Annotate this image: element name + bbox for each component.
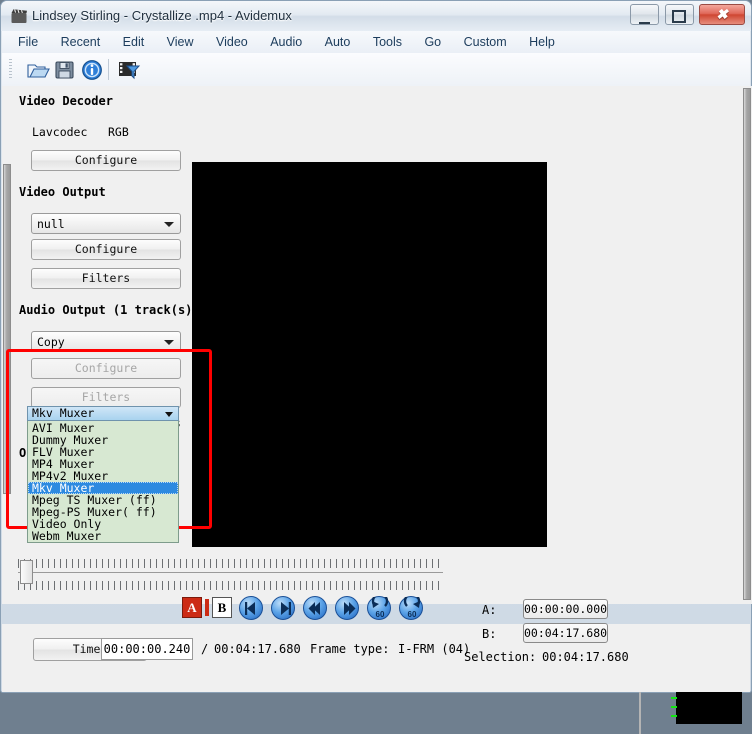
menu-view[interactable]: View	[158, 31, 203, 53]
status-bar: Time: 00:00:00.240 / 00:04:17.680 Frame …	[2, 624, 750, 692]
frame-type-value: I-FRM (04)	[398, 642, 470, 656]
menu-edit[interactable]: Edit	[114, 31, 154, 53]
toolbar-grip[interactable]	[9, 59, 12, 80]
video-decoder-heading: Video Decoder	[19, 94, 113, 108]
output-format-option-list: AVI Muxer Dummy Muxer FLV Muxer MP4 Muxe…	[27, 421, 179, 543]
timeline-ticks-bottom	[18, 581, 443, 590]
time-separator: /	[201, 642, 208, 656]
total-duration-label: 00:04:17.680	[214, 642, 301, 656]
video-output-heading: Video Output	[19, 185, 106, 199]
audio-output-heading: Audio Output (1 track(s))	[19, 303, 200, 317]
menu-recent[interactable]: Recent	[52, 31, 110, 53]
menu-go[interactable]: Go	[415, 31, 450, 53]
timeline-track-line	[18, 572, 443, 573]
menu-bar: File Recent Edit View Video Audio Auto T…	[2, 31, 750, 54]
option-webm-muxer[interactable]: Webm Muxer	[28, 530, 178, 542]
go-to-next-keyframe-button[interactable]	[271, 596, 295, 620]
marker-b-button[interactable]: B	[212, 597, 232, 618]
marker-b-value[interactable]: 00:04:17.680	[523, 623, 608, 643]
avidemux-window: Lindsey Stirling - Crystallize .mp4 - Av…	[0, 0, 752, 693]
decoder-colorspace-label: RGB	[108, 125, 129, 139]
open-file-icon[interactable]	[26, 58, 50, 82]
marker-a-button[interactable]: A	[182, 597, 202, 618]
current-time-input[interactable]: 00:00:00.240	[101, 638, 193, 660]
chevron-down-icon	[164, 340, 174, 345]
marker-a-label: A:	[482, 603, 496, 617]
video-output-select[interactable]: null	[31, 213, 181, 234]
left-panel-scroll-thumb[interactable]	[3, 164, 11, 494]
selection-label: Selection:	[464, 650, 536, 664]
marker-b-label: B:	[482, 627, 496, 641]
navigation-bar: A B 60	[1, 596, 749, 624]
menu-help[interactable]: Help	[520, 31, 564, 53]
audio-output-selected-value: Copy	[37, 335, 65, 349]
info-icon[interactable]	[80, 58, 104, 82]
go-to-end-button[interactable]	[335, 596, 359, 620]
video-output-configure-button[interactable]: Configure	[31, 239, 181, 260]
window-controls: ✖	[629, 4, 745, 26]
timeline-ticks-top	[18, 559, 443, 568]
film-clapper-icon	[10, 7, 28, 25]
frame-type-label: Frame type:	[310, 642, 389, 656]
back-60-seconds-button[interactable]: 60	[367, 596, 391, 620]
output-format-selected-value: Mkv Muxer	[32, 406, 94, 420]
menu-video[interactable]: Video	[207, 31, 257, 53]
menu-custom[interactable]: Custom	[455, 31, 516, 53]
video-decoder-configure-button[interactable]: Configure	[31, 150, 181, 171]
menu-file[interactable]: File	[9, 31, 47, 53]
video-output-selected-value: null	[37, 217, 65, 231]
video-output-filters-button[interactable]: Filters	[31, 268, 181, 289]
menu-tools[interactable]: Tools	[364, 31, 411, 53]
title-bar: Lindsey Stirling - Crystallize .mp4 - Av…	[1, 1, 751, 31]
main-scrollbar[interactable]	[742, 86, 752, 604]
marker-divider	[205, 599, 209, 616]
tool-bar	[2, 53, 750, 87]
window-title: Lindsey Stirling - Crystallize .mp4 - Av…	[32, 6, 292, 26]
left-panel-scrollbar[interactable]	[2, 86, 12, 604]
selection-value: 00:04:17.680	[542, 650, 629, 664]
chevron-down-icon	[165, 412, 173, 417]
audio-output-configure-button[interactable]: Configure	[31, 358, 181, 379]
marker-a-value[interactable]: 00:00:00.000	[523, 599, 608, 619]
video-preview[interactable]	[192, 162, 547, 547]
go-to-previous-keyframe-button[interactable]	[239, 596, 263, 620]
audio-output-select[interactable]: Copy	[31, 331, 181, 352]
svg-text:60: 60	[376, 610, 385, 619]
save-file-icon[interactable]	[53, 58, 77, 82]
main-scroll-thumb[interactable]	[743, 88, 751, 600]
maximize-button[interactable]	[665, 4, 694, 25]
output-format-select[interactable]: Mkv Muxer	[27, 406, 179, 421]
svg-text:60: 60	[408, 610, 417, 619]
video-filter-icon[interactable]	[117, 58, 141, 82]
chevron-down-icon	[164, 222, 174, 227]
close-button[interactable]: ✖	[699, 4, 745, 25]
timeline-scrub-handle[interactable]	[20, 560, 33, 584]
output-format-dropdown[interactable]: Mkv Muxer AVI Muxer Dummy Muxer FLV Muxe…	[27, 406, 179, 543]
minimize-button[interactable]	[630, 4, 659, 25]
menu-auto[interactable]: Auto	[316, 31, 360, 53]
menu-audio[interactable]: Audio	[261, 31, 311, 53]
decoder-codec-label: Lavcodec	[32, 125, 87, 139]
forward-60-seconds-button[interactable]: 60	[399, 596, 423, 620]
go-to-start-button[interactable]	[303, 596, 327, 620]
audio-output-filters-button[interactable]: Filters	[31, 387, 181, 408]
